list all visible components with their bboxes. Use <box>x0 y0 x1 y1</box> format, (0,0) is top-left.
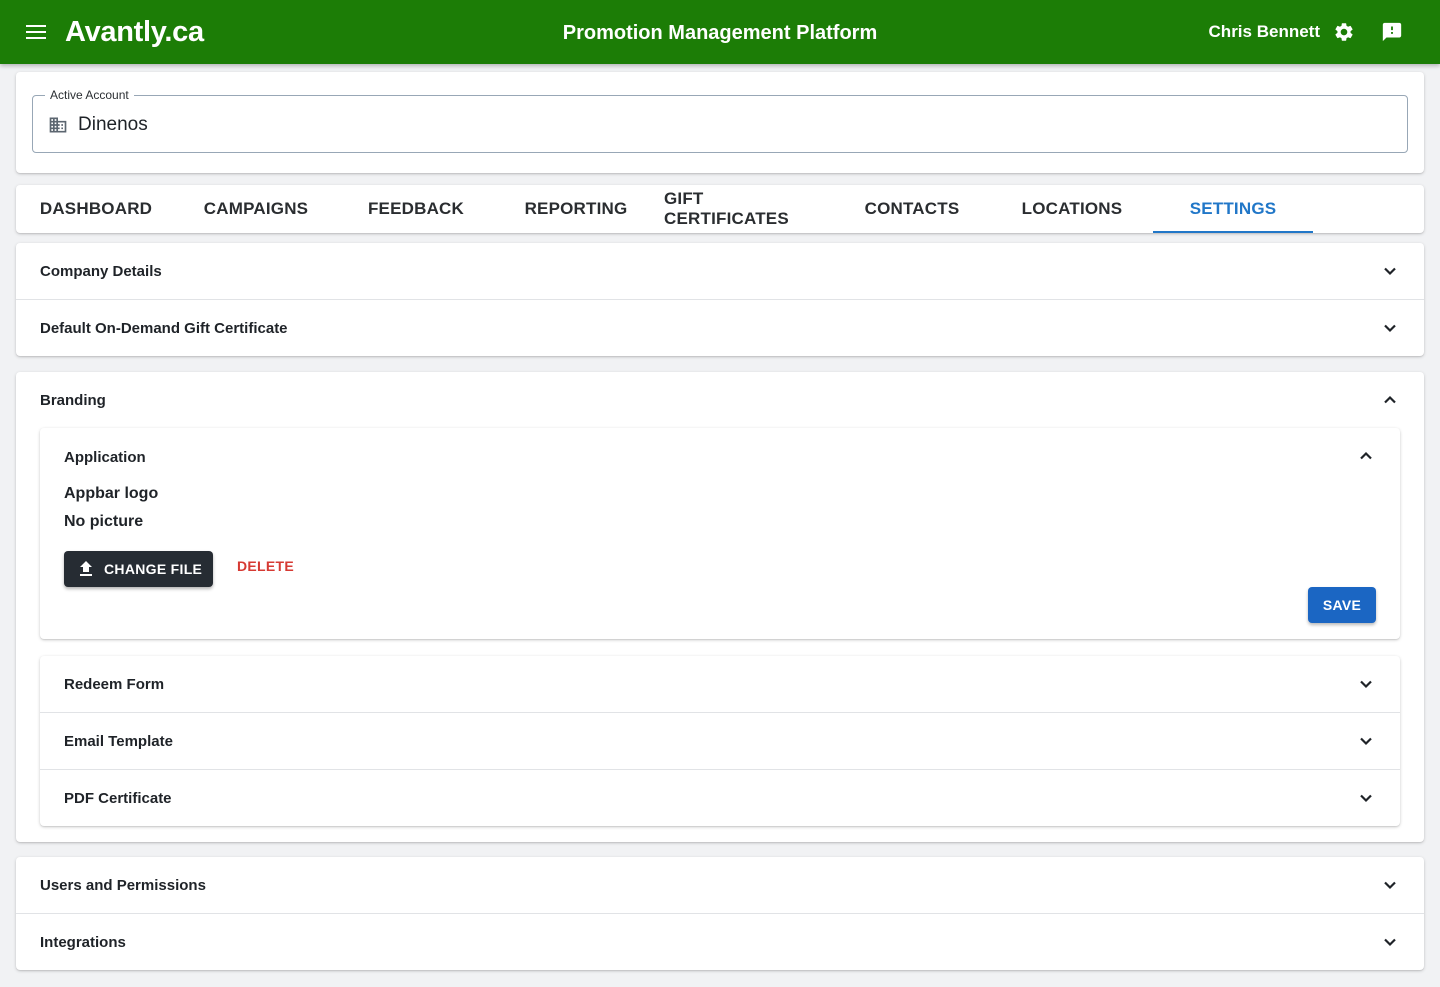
active-account-legend: Active Account <box>45 88 134 102</box>
tab-settings[interactable]: SETTINGS <box>1153 185 1313 233</box>
tab-gift-certificates[interactable]: GIFT CERTIFICATES <box>664 185 824 233</box>
delete-button[interactable]: DELETE <box>225 557 306 575</box>
accordion-application[interactable]: Application <box>40 428 1400 484</box>
main-tabs: DASHBOARD CAMPAIGNS FEEDBACK REPORTING G… <box>16 185 1424 233</box>
settings-button[interactable] <box>1331 19 1357 45</box>
tab-dashboard[interactable]: DASHBOARD <box>16 185 176 233</box>
settings-sections-top: Company Details Default On-Demand Gift C… <box>16 243 1424 356</box>
gear-icon <box>1335 23 1353 41</box>
menu-button[interactable] <box>20 16 52 48</box>
domain-icon <box>49 117 67 133</box>
accordion-label: Users and Permissions <box>40 877 206 894</box>
tab-locations[interactable]: LOCATIONS <box>992 185 1152 233</box>
user-name[interactable]: Chris Bennett <box>1209 21 1320 43</box>
change-file-label: CHANGE FILE <box>104 561 203 577</box>
chevron-down-icon <box>1360 680 1372 689</box>
settings-sections-bottom: Users and Permissions Integrations <box>16 857 1424 970</box>
active-account-value: Dinenos <box>78 114 148 135</box>
appbar-logo-label: Appbar logo <box>64 485 159 502</box>
accordion-redeem-form[interactable]: Redeem Form <box>40 656 1400 713</box>
chevron-up-icon <box>1360 451 1372 460</box>
accordion-users-permissions[interactable]: Users and Permissions <box>16 857 1424 914</box>
save-button[interactable]: SAVE <box>1308 587 1376 623</box>
accordion-label: Email Template <box>64 733 173 750</box>
change-file-button[interactable]: CHANGE FILE <box>64 551 213 587</box>
accordion-label: Application <box>64 449 146 466</box>
feedback-button[interactable] <box>1379 19 1405 45</box>
accordion-company-details[interactable]: Company Details <box>16 243 1424 300</box>
brand-logo-text[interactable]: Avantly.ca <box>65 14 204 50</box>
chevron-down-icon <box>1384 267 1396 276</box>
accordion-email-template[interactable]: Email Template <box>40 713 1400 770</box>
accordion-branding[interactable]: Branding <box>16 372 1424 429</box>
accordion-label: Branding <box>40 392 106 409</box>
upload-icon <box>80 561 92 576</box>
accordion-label: Integrations <box>40 934 126 951</box>
picture-status: No picture <box>64 513 144 530</box>
chevron-down-icon <box>1360 794 1372 803</box>
tab-reporting[interactable]: REPORTING <box>496 185 656 233</box>
chevron-up-icon <box>1384 395 1396 404</box>
accordion-label: Default On-Demand Gift Certificate <box>40 320 288 337</box>
chevron-down-icon <box>1384 324 1396 333</box>
chevron-down-icon <box>1384 881 1396 890</box>
branding-section: Branding Application Appbar logo No pict… <box>16 372 1424 842</box>
accordion-default-gift-certificate[interactable]: Default On-Demand Gift Certificate <box>16 300 1424 357</box>
accordion-label: Redeem Form <box>64 676 165 693</box>
menu-icon <box>26 25 46 39</box>
accordion-label: Company Details <box>40 263 162 280</box>
application-panel: Application Appbar logo No picture CHANG… <box>40 428 1400 639</box>
accordion-pdf-certificate[interactable]: PDF Certificate <box>40 770 1400 827</box>
chevron-down-icon <box>1360 737 1372 746</box>
active-account-select[interactable]: Active Account Dinenos <box>32 88 1408 153</box>
tab-contacts[interactable]: CONTACTS <box>832 185 992 233</box>
active-account-card: Active Account Dinenos <box>16 72 1424 173</box>
chevron-down-icon <box>1384 938 1396 947</box>
accordion-label: PDF Certificate <box>64 790 172 807</box>
tab-campaigns[interactable]: CAMPAIGNS <box>176 185 336 233</box>
app-bar: Avantly.ca Promotion Management Platform… <box>0 0 1440 64</box>
tab-feedback[interactable]: FEEDBACK <box>336 185 496 233</box>
branding-subsections: Redeem Form Email Template PDF Certifica… <box>40 656 1400 826</box>
feedback-icon <box>1382 22 1402 42</box>
accordion-integrations[interactable]: Integrations <box>16 914 1424 971</box>
